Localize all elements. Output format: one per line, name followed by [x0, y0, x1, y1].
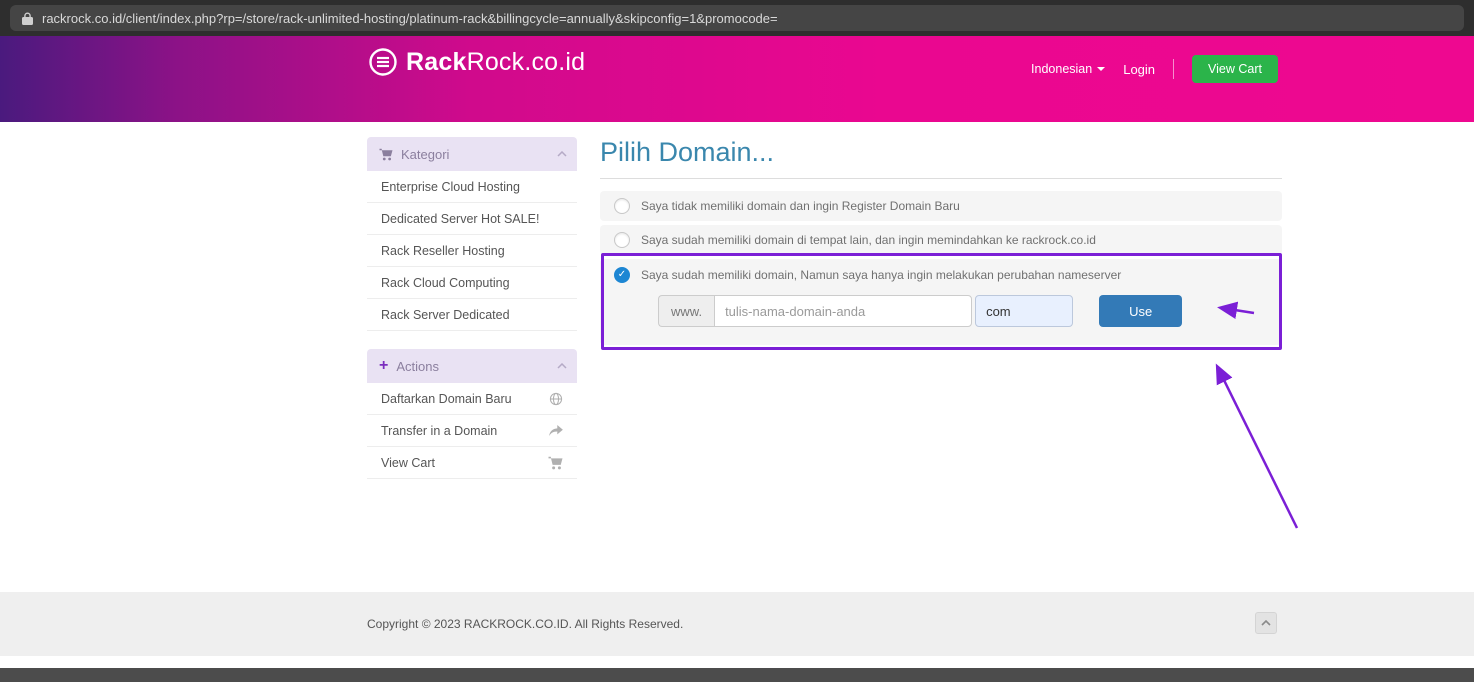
chevron-up-icon — [557, 151, 567, 157]
browser-bar: rackrock.co.id/client/index.php?rp=/stor… — [0, 0, 1474, 36]
sidebar-item-rack-cloud-computing[interactable]: Rack Cloud Computing — [367, 267, 577, 299]
bottom-window-edge — [0, 668, 1474, 682]
login-link[interactable]: Login — [1123, 62, 1155, 77]
transfer-icon — [549, 425, 563, 437]
logo[interactable]: RackRock.co.id — [368, 44, 585, 80]
action-item-transfer-in-a-domain[interactable]: Transfer in a Domain — [367, 415, 577, 447]
language-selector[interactable]: Indonesian — [1031, 62, 1105, 76]
option-label: Saya tidak memiliki domain dan ingin Reg… — [641, 199, 960, 213]
cart-icon — [548, 456, 563, 470]
action-item-view-cart[interactable]: View Cart — [367, 447, 577, 479]
categories-panel: Kategori Enterprise Cloud Hosting Dedica… — [367, 137, 577, 331]
chevron-up-icon — [1261, 620, 1271, 626]
globe-icon — [549, 392, 563, 406]
domain-name-input[interactable] — [714, 295, 972, 327]
view-cart-button[interactable]: View Cart — [1192, 55, 1278, 83]
sidebar-item-rack-reseller-hosting[interactable]: Rack Reseller Hosting — [367, 235, 577, 267]
sidebar-item-rack-server-dedicated[interactable]: Rack Server Dedicated — [367, 299, 577, 331]
www-prefix: www. — [658, 295, 714, 327]
action-item-daftarkan-domain-baru[interactable]: Daftarkan Domain Baru — [367, 383, 577, 415]
copyright-text: Copyright © 2023 RACKROCK.CO.ID. All Rig… — [367, 592, 683, 656]
header-right: Indonesian Login View Cart — [1031, 54, 1278, 84]
option-label: Saya sudah memiliki domain, Namun saya h… — [641, 268, 1121, 282]
plus-icon — [379, 358, 388, 374]
cart-icon — [379, 148, 393, 161]
actions-panel: Actions Daftarkan Domain Baru Transfer i… — [367, 349, 577, 479]
url-text: rackrock.co.id/client/index.php?rp=/stor… — [42, 11, 778, 26]
logo-text: RackRock.co.id — [406, 48, 585, 77]
categories-panel-header[interactable]: Kategori — [367, 137, 577, 171]
actions-panel-title: Actions — [396, 359, 439, 374]
use-button[interactable]: Use — [1099, 295, 1182, 327]
domain-options: Saya tidak memiliki domain dan ingin Reg… — [600, 191, 1282, 345]
chevron-down-icon — [1097, 67, 1105, 71]
option-change-nameserver[interactable]: Saya sudah memiliki domain, Namun saya h… — [600, 259, 1282, 345]
address-bar[interactable]: rackrock.co.id/client/index.php?rp=/stor… — [10, 5, 1464, 31]
domain-selection-panel: Pilih Domain... Saya tidak memiliki doma… — [600, 136, 1282, 349]
radio-change-nameserver[interactable] — [614, 267, 630, 283]
sidebar-item-dedicated-server-hot-sale[interactable]: Dedicated Server Hot SALE! — [367, 203, 577, 235]
page-title: Pilih Domain... — [600, 136, 1282, 179]
page-content: Kategori Enterprise Cloud Hosting Dedica… — [0, 122, 1474, 592]
option-label: Saya sudah memiliki domain di tempat lai… — [641, 233, 1096, 247]
lock-icon — [22, 12, 33, 25]
radio-register-new-domain[interactable] — [614, 198, 630, 214]
sidebar: Kategori Enterprise Cloud Hosting Dedica… — [367, 137, 577, 497]
actions-panel-header[interactable]: Actions — [367, 349, 577, 383]
option-transfer-domain[interactable]: Saya sudah memiliki domain di tempat lai… — [600, 225, 1282, 255]
option-register-new-domain[interactable]: Saya tidak memiliki domain dan ingin Reg… — [600, 191, 1282, 221]
radio-transfer-domain[interactable] — [614, 232, 630, 248]
scroll-to-top-button[interactable] — [1255, 612, 1277, 634]
footer: Copyright © 2023 RACKROCK.CO.ID. All Rig… — [0, 592, 1474, 656]
site-header: RackRock.co.id Indonesian Login View Car… — [0, 36, 1474, 122]
header-divider — [1173, 59, 1174, 79]
chevron-up-icon — [557, 363, 567, 369]
tld-input[interactable] — [975, 295, 1073, 327]
screen: rackrock.co.id/client/index.php?rp=/stor… — [0, 0, 1474, 682]
logo-server-stack-icon — [368, 47, 398, 77]
domain-form: www. Use — [658, 295, 1268, 327]
categories-panel-title: Kategori — [401, 147, 449, 162]
sidebar-item-enterprise-cloud-hosting[interactable]: Enterprise Cloud Hosting — [367, 171, 577, 203]
